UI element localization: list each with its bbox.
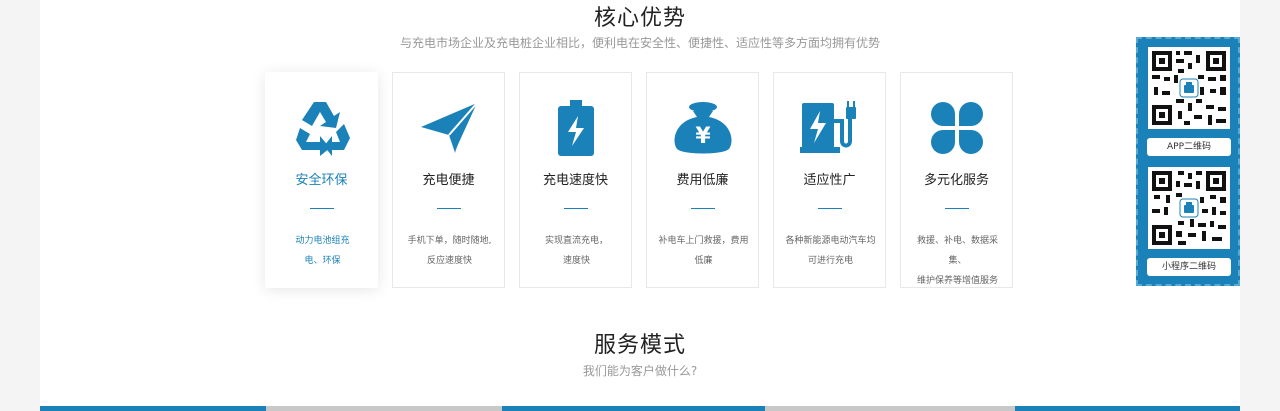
advantage-card-desc: 救援、补电、数据采集、 维护保养等增值服务: [909, 231, 1006, 291]
divider-line: [818, 208, 842, 209]
advantage-card-name: 充电便捷: [422, 173, 475, 188]
divider-line: [564, 208, 588, 209]
advantage-card-convenience[interactable]: 充电便捷 手机下单，随时随地, 反应速度快: [392, 72, 505, 288]
advantage-cards: 安全环保 动力电池组充 电、环保 充电便捷 手机下单，随时随地, 反应速度快 充…: [265, 72, 1015, 288]
desc-line-1: 手机下单，随时随地,: [407, 236, 492, 246]
desc-line-1: 动力电池组充: [295, 236, 350, 246]
mini-program-qr-code[interactable]: [1148, 167, 1230, 249]
advantage-card-name: 费用低廉: [676, 173, 729, 188]
advantage-card-cost[interactable]: ¥ 费用低廉 补电车上门救援，费用 低廉: [646, 72, 759, 288]
advantage-card-desc: 实现直流充电， 速度快: [528, 231, 625, 271]
desc-line-1: 实现直流充电，: [544, 236, 608, 246]
page-container: 核心优势 与充电市场企业及充电桩企业相比，便利电在安全性、便捷性、适应性等多方面…: [40, 0, 1240, 411]
app-qr-code[interactable]: [1148, 47, 1230, 129]
divider-line: [310, 208, 334, 209]
service-image: [765, 406, 1015, 411]
recycle-icon: [266, 97, 377, 159]
advantage-card-desc: 各种新能源电动汽车均 可进行充电: [782, 231, 879, 271]
desc-line-2: 速度快: [562, 256, 590, 266]
services-subtitle: 我们能为客户做什么?: [582, 364, 698, 378]
svg-text:¥: ¥: [695, 124, 711, 149]
advantage-card-speed[interactable]: 充电速度快 实现直流充电， 速度快: [519, 72, 632, 288]
service-image: [266, 406, 502, 411]
advantage-card-desc: 动力电池组充 电、环保: [274, 231, 371, 271]
desc-line-1: 救援、补电、数据采集、: [916, 236, 998, 266]
advantage-card-name: 安全环保: [295, 173, 348, 188]
advantage-card-name: 适应性广: [803, 173, 856, 188]
service-banner-strip: [40, 406, 1240, 411]
battery-bolt-icon: [520, 97, 631, 159]
advantages-subtitle: 与充电市场企业及充电桩企业相比，便利电在安全性、便捷性、适应性等多方面均拥有优势: [399, 36, 880, 50]
advantage-card-adaptability[interactable]: 适应性广 各种新能源电动汽车均 可进行充电: [773, 72, 886, 288]
charging-station-icon: [774, 97, 885, 159]
advantage-card-desc: 补电车上门救援，费用 低廉: [655, 231, 752, 271]
mini-program-qr-label: 小程序二维码: [1147, 258, 1231, 276]
qr-code-panel: APP二维码 小程序二维码: [1136, 37, 1240, 286]
desc-line-2: 电、环保: [304, 256, 341, 266]
desc-line-2: 维护保养等增值服务: [916, 276, 998, 286]
desc-line-1: 各种新能源电动汽车均: [785, 236, 876, 246]
advantage-card-name: 充电速度快: [542, 173, 608, 188]
advantages-title: 核心优势: [593, 6, 686, 31]
paper-plane-icon: [393, 97, 504, 159]
divider-line: [437, 208, 461, 209]
advantage-card-desc: 手机下单，随时随地, 反应速度快: [401, 231, 498, 271]
desc-line-2: 可进行充电: [807, 256, 853, 266]
advantage-card-safety[interactable]: 安全环保 动力电池组充 电、环保: [265, 72, 378, 288]
desc-line-1: 补电车上门救援，费用: [658, 236, 749, 246]
services-title: 服务模式: [593, 333, 686, 358]
divider-line: [691, 208, 715, 209]
four-petal-icon: [901, 97, 1012, 159]
desc-line-2: 反应速度快: [426, 256, 472, 266]
app-qr-label: APP二维码: [1147, 138, 1231, 156]
money-bag-icon: ¥: [647, 97, 758, 159]
divider-line: [945, 208, 969, 209]
desc-line-2: 低廉: [694, 256, 713, 266]
advantage-card-diverse[interactable]: 多元化服务 救援、补电、数据采集、 维护保养等增值服务: [900, 72, 1013, 288]
advantage-card-name: 多元化服务: [923, 173, 989, 188]
